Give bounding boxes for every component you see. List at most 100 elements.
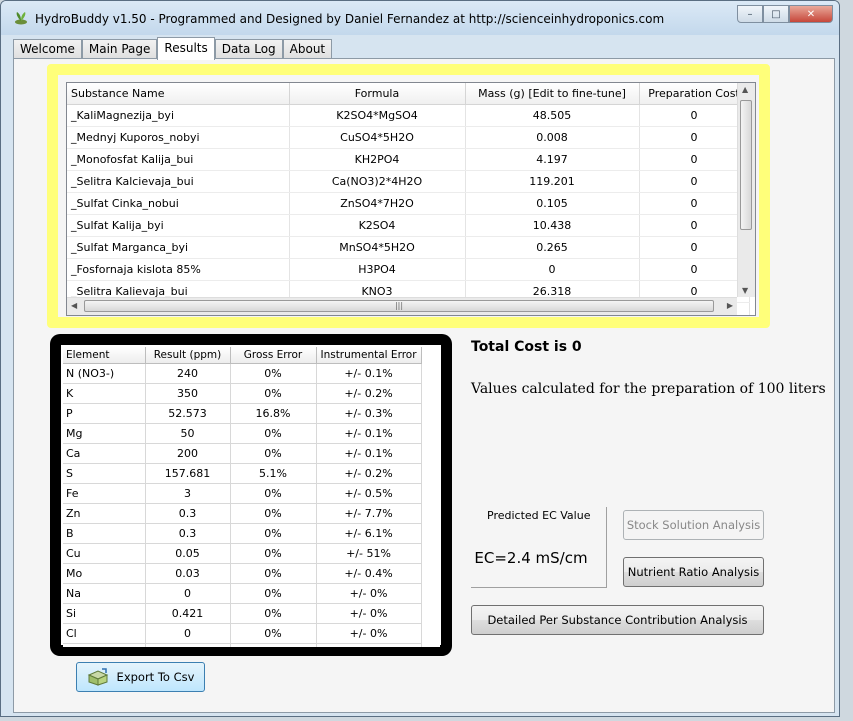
substance-row[interactable]: _Sulfat Marganca_byi MnSO4*5H2O 0.265 0 xyxy=(67,236,750,259)
detailed-contribution-analysis-button[interactable]: Detailed Per Substance Contribution Anal… xyxy=(471,605,764,635)
element-row[interactable]: S 157.681 5.1% +/- 0.2% xyxy=(63,463,422,484)
substance-row[interactable]: _KaliMagnezija_byi K2SO4*MgSO4 48.505 0 xyxy=(67,104,750,127)
title-bar[interactable]: HydroBuddy v1.50 - Programmed and Design… xyxy=(1,1,839,35)
element-row[interactable]: P 52.573 16.8% +/- 0.3% xyxy=(63,403,422,424)
tab-results[interactable]: Results xyxy=(157,37,215,60)
substances-vertical-scrollbar[interactable]: ▲ ▼ xyxy=(737,83,755,297)
ec-label: Predicted EC Value xyxy=(487,509,591,522)
element-name-cell: Na xyxy=(63,583,146,604)
substance-name-cell: _Sulfat Kalija_byi xyxy=(67,214,290,237)
element-gross-error-cell: 0% xyxy=(230,443,317,464)
nutrient-ratio-analysis-button[interactable]: Nutrient Ratio Analysis xyxy=(623,557,764,587)
element-name-cell: Mo xyxy=(63,563,146,584)
tab-welcome[interactable]: Welcome xyxy=(13,39,82,59)
tab-data-log[interactable]: Data Log xyxy=(214,39,283,59)
export-button-label: Export To Csv xyxy=(116,670,195,684)
tab-bar: Welcome Main Page Results Data Log About xyxy=(13,37,333,60)
substance-formula-cell: CuSO4*5H2O xyxy=(289,126,466,149)
substances-highlight-frame: Substance Name Formula Mass (g) [Edit to… xyxy=(47,64,770,328)
substance-mass-cell[interactable]: 0.105 xyxy=(465,192,640,215)
element-gross-error-cell: 0% xyxy=(230,423,317,444)
element-instrumental-error-cell: +/- 0.1% xyxy=(316,363,422,384)
element-result-cell: 240 xyxy=(145,363,231,384)
column-header-formula[interactable]: Formula xyxy=(289,83,466,105)
column-header-preparation-cost[interactable]: Preparation Cost xyxy=(639,83,750,105)
column-header-element[interactable]: Element xyxy=(63,347,146,364)
substance-mass-cell[interactable]: 0.008 xyxy=(465,126,640,149)
element-name-cell: Si xyxy=(63,603,146,624)
substance-mass-cell[interactable]: 0 xyxy=(465,258,640,281)
element-row[interactable]: Mn0.80%+/- 3% xyxy=(63,643,422,647)
scroll-right-arrow-icon[interactable]: ▶ xyxy=(727,301,733,310)
column-header-gross-error[interactable]: Gross Error xyxy=(230,347,317,364)
element-row[interactable]: Mg 50 0% +/- 0.1% xyxy=(63,423,422,444)
window-title: HydroBuddy v1.50 - Programmed and Design… xyxy=(35,12,665,26)
element-name-cell: Cu xyxy=(63,543,146,564)
vertical-scroll-thumb[interactable] xyxy=(740,100,752,230)
elements-grid[interactable]: Element Result (ppm) Gross Error Instrum… xyxy=(63,347,440,647)
element-row[interactable]: Mo 0.03 0% +/- 0.4% xyxy=(63,563,422,584)
substance-mass-cell[interactable]: 10.438 xyxy=(465,214,640,237)
element-row[interactable]: Si 0.421 0% +/- 0% xyxy=(63,603,422,624)
element-gross-error-cell: 0% xyxy=(230,583,317,604)
substance-row[interactable]: _Fosfornaja kislota 85% H3PO4 0 0 xyxy=(67,258,750,281)
element-row[interactable]: K 350 0% +/- 0.2% xyxy=(63,383,422,404)
substances-grid[interactable]: Substance Name Formula Mass (g) [Edit to… xyxy=(66,82,756,316)
column-header-instrumental-error[interactable]: Instrumental Error xyxy=(316,347,422,364)
element-result-cell: 50 xyxy=(145,423,231,444)
element-gross-error-cell: 0% xyxy=(230,563,317,584)
substance-name-cell: _Sulfat Marganca_byi xyxy=(67,236,290,259)
element-gross-error-cell: 16.8% xyxy=(230,403,317,424)
substance-cost-cell: 0 xyxy=(639,170,750,193)
scroll-up-arrow-icon[interactable]: ▲ xyxy=(742,85,748,94)
close-icon: ✕ xyxy=(806,8,816,20)
substance-row[interactable]: _Mednyj Kuporos_nobyi CuSO4*5H2O 0.008 0 xyxy=(67,126,750,149)
element-gross-error-cell: 0% xyxy=(230,523,317,544)
substance-mass-cell[interactable]: 0.265 xyxy=(465,236,640,259)
element-instrumental-error-cell: +/- 0.3% xyxy=(316,403,422,424)
minimize-button[interactable]: – xyxy=(737,5,763,23)
substance-row[interactable]: _Sulfat Cinka_nobui ZnSO4*7H2O 0.105 0 xyxy=(67,192,750,215)
element-row[interactable]: N (NO3-) 240 0% +/- 0.1% xyxy=(63,363,422,384)
element-row[interactable]: Fe 3 0% +/- 0.5% xyxy=(63,483,422,504)
tab-about[interactable]: About xyxy=(282,39,333,59)
element-instrumental-error-cell: +/- 6.1% xyxy=(316,523,422,544)
substance-mass-cell[interactable]: 48.505 xyxy=(465,104,640,127)
close-button[interactable]: ✕ xyxy=(789,5,833,23)
export-to-csv-button[interactable]: Export To Csv xyxy=(76,662,205,692)
substances-horizontal-scrollbar[interactable]: ◀ ||| ▶ xyxy=(67,297,737,315)
element-instrumental-error-cell: +/- 0.2% xyxy=(316,463,422,484)
element-name-cell: Ca xyxy=(63,443,146,464)
element-row[interactable]: Zn 0.3 0% +/- 7.7% xyxy=(63,503,422,524)
element-instrumental-error-cell: +/- 51% xyxy=(316,543,422,564)
element-row[interactable]: Cu 0.05 0% +/- 51% xyxy=(63,543,422,564)
scroll-down-arrow-icon[interactable]: ▼ xyxy=(742,286,748,295)
element-row[interactable]: Ca 200 0% +/- 0.1% xyxy=(63,443,422,464)
tab-main-page[interactable]: Main Page xyxy=(81,39,158,59)
substance-row[interactable]: _Selitra Kalcievaja_bui Ca(NO3)2*4H2O 119.… xyxy=(67,170,750,193)
element-result-cell: 157.681 xyxy=(145,463,231,484)
element-name-cell: Zn xyxy=(63,503,146,524)
stock-solution-analysis-button[interactable]: Stock Solution Analysis xyxy=(623,510,764,540)
column-header-result[interactable]: Result (ppm) xyxy=(145,347,231,364)
substance-row[interactable]: _Monofosfat Kalija_bui KH2PO4 4.197 0 xyxy=(67,148,750,171)
element-row[interactable]: B 0.3 0% +/- 6.1% xyxy=(63,523,422,544)
element-result-cell: 3 xyxy=(145,483,231,504)
element-instrumental-error-cell: +/- 0% xyxy=(316,623,422,644)
substance-mass-cell[interactable]: 4.197 xyxy=(465,148,640,171)
elements-highlight-frame: Element Result (ppm) Gross Error Instrum… xyxy=(50,334,452,656)
element-gross-error-cell: 0% xyxy=(230,603,317,624)
element-result-cell: 0 xyxy=(145,583,231,604)
element-result-cell: 0.05 xyxy=(145,543,231,564)
substance-row[interactable]: _Sulfat Kalija_byi K2SO4 10.438 0 xyxy=(67,214,750,237)
horizontal-scroll-thumb[interactable]: ||| xyxy=(84,300,714,312)
column-header-substance-name[interactable]: Substance Name xyxy=(67,83,290,105)
element-row[interactable]: Na 0 0% +/- 0% xyxy=(63,583,422,604)
substance-formula-cell: MnSO4*5H2O xyxy=(289,236,466,259)
element-name-cell: Cl xyxy=(63,623,146,644)
column-header-mass[interactable]: Mass (g) [Edit to fine-tune] xyxy=(465,83,640,105)
maximize-button[interactable]: □ xyxy=(763,5,789,23)
element-row[interactable]: Cl 0 0% +/- 0% xyxy=(63,623,422,644)
substance-mass-cell[interactable]: 119.201 xyxy=(465,170,640,193)
scroll-left-arrow-icon[interactable]: ◀ xyxy=(71,301,77,310)
